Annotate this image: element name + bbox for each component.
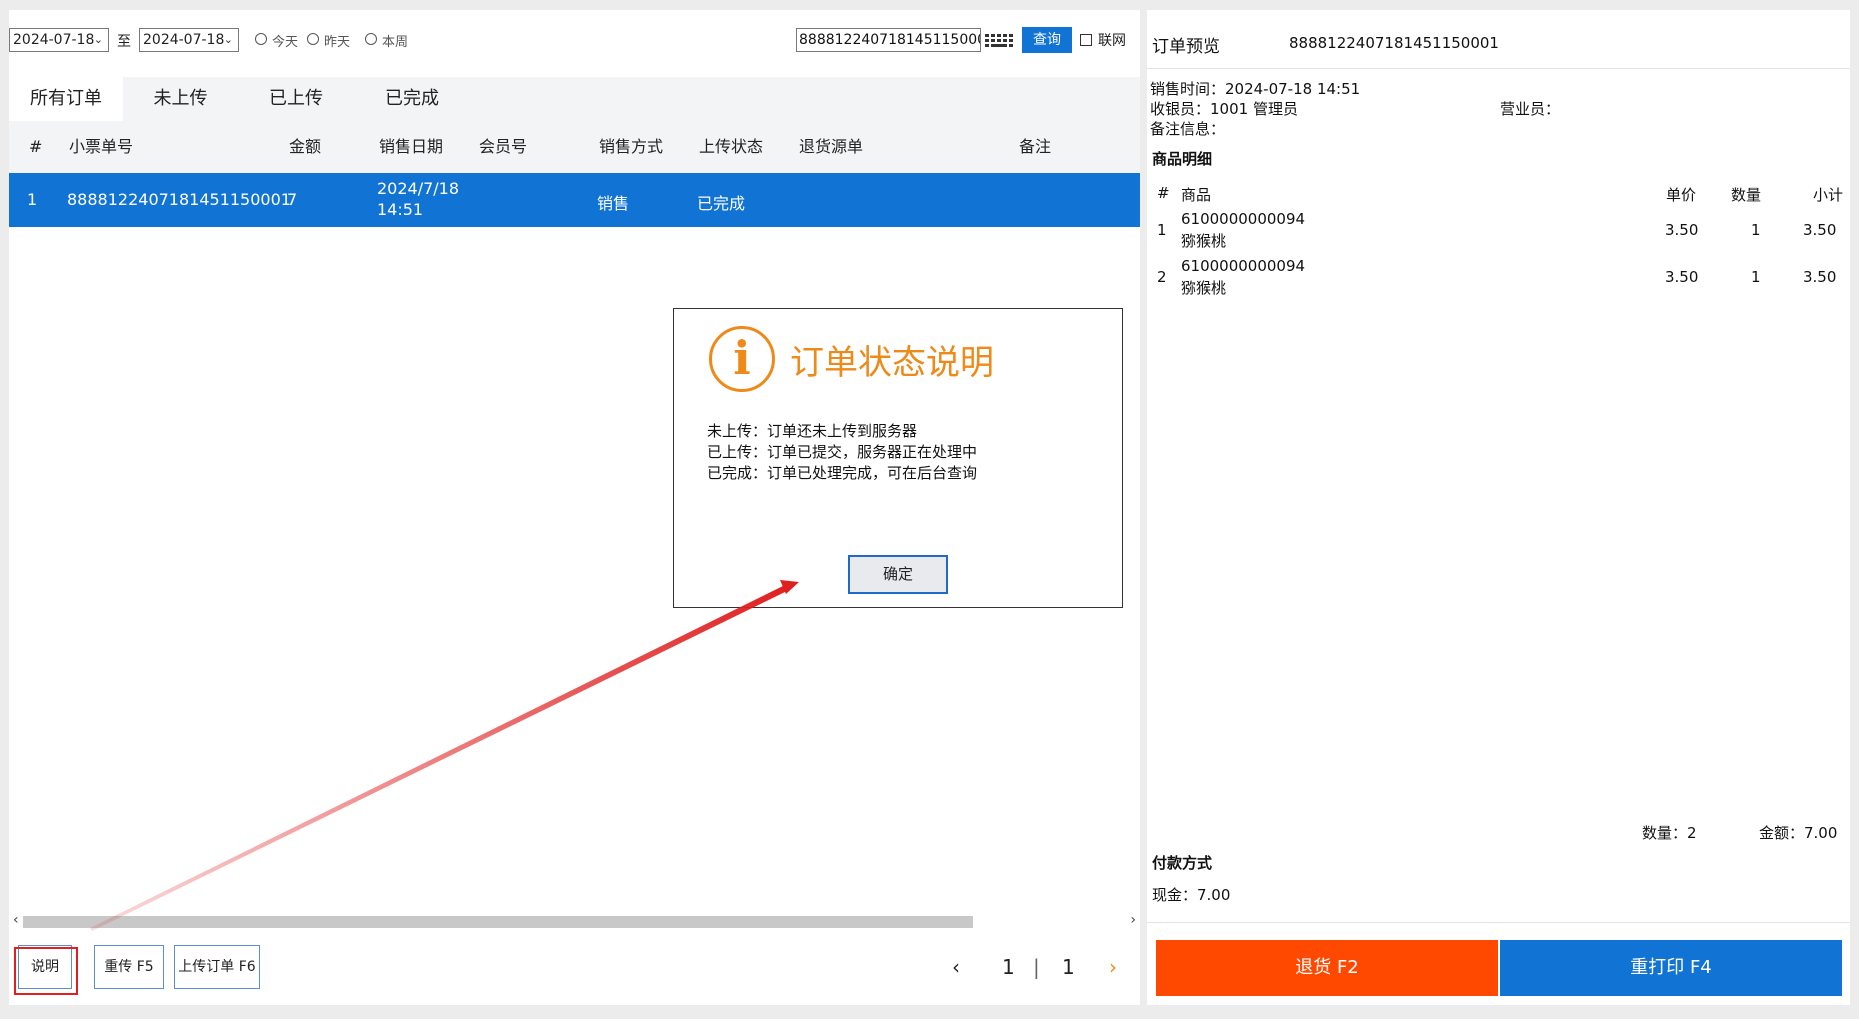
col-amount: 金额 bbox=[289, 137, 322, 156]
tab-uploaded[interactable]: 已上传 bbox=[238, 77, 354, 121]
upload-orders-button[interactable]: 上传订单 F6 bbox=[174, 945, 260, 989]
start-date-value: 2024-07-18 bbox=[13, 32, 95, 48]
item-col-subtotal: 小计 bbox=[1813, 186, 1844, 204]
row-sale-type: 销售 bbox=[597, 194, 630, 213]
col-return-source: 退货源单 bbox=[799, 137, 864, 156]
item-2-code: 6100000000094 bbox=[1181, 257, 1306, 275]
item-2-qty: 1 bbox=[1751, 268, 1761, 286]
item-col-index: # bbox=[1157, 184, 1170, 202]
dialog-line-not-uploaded: 未上传：订单还未上传到服务器 bbox=[707, 422, 918, 440]
item-1-code: 6100000000094 bbox=[1181, 210, 1306, 228]
item-1-index: 1 bbox=[1157, 221, 1167, 239]
col-member: 会员号 bbox=[479, 137, 528, 156]
end-date-value: 2024-07-18 bbox=[143, 32, 225, 48]
online-checkbox[interactable] bbox=[1080, 34, 1092, 46]
scroll-left-icon[interactable]: ‹ bbox=[13, 912, 19, 928]
item-col-price: 单价 bbox=[1666, 186, 1697, 204]
table-row[interactable]: 1 8888122407181451150001 7 2024/7/18 14:… bbox=[9, 173, 1140, 227]
cashier: 收银员：1001 管理员 bbox=[1150, 100, 1298, 118]
total-pages: 1 bbox=[1062, 955, 1075, 979]
query-button[interactable]: 查询 bbox=[1022, 27, 1072, 53]
end-date-picker[interactable]: 2024-07-18 ⌄ bbox=[139, 28, 239, 52]
items-heading: 商品明细 bbox=[1152, 150, 1213, 168]
row-date: 2024/7/18 bbox=[377, 179, 460, 198]
table-header: # 小票单号 金额 销售日期 会员号 销售方式 上传状态 退货源单 备注 bbox=[9, 121, 1140, 173]
reprint-button[interactable]: 重打印 F4 bbox=[1500, 940, 1842, 996]
preview-order-no: 8888122407181451150001 bbox=[1289, 34, 1499, 52]
dialog-line-uploaded: 已上传：订单已提交，服务器正在处理中 bbox=[707, 443, 978, 461]
col-sale-date: 销售日期 bbox=[379, 137, 444, 156]
chevron-down-icon: ⌄ bbox=[223, 33, 233, 46]
item-1-subtotal: 3.50 bbox=[1803, 221, 1837, 239]
item-2-subtotal: 3.50 bbox=[1803, 268, 1837, 286]
keyboard-icon[interactable] bbox=[985, 34, 1013, 50]
item-2-name: 猕猴桃 bbox=[1181, 279, 1227, 297]
chevron-down-icon: ⌄ bbox=[93, 33, 103, 46]
current-page: 1 bbox=[1002, 955, 1015, 979]
start-date-picker[interactable]: 2024-07-18 ⌄ bbox=[9, 28, 109, 52]
tab-not-uploaded[interactable]: 未上传 bbox=[123, 77, 238, 121]
radio-today[interactable] bbox=[255, 33, 267, 45]
sale-time: 销售时间：2024-07-18 14:51 bbox=[1150, 80, 1361, 98]
radio-yesterday[interactable] bbox=[307, 33, 319, 45]
col-upload-status: 上传状态 bbox=[699, 137, 764, 156]
item-1-price: 3.50 bbox=[1665, 221, 1699, 239]
divider bbox=[1147, 922, 1850, 923]
radio-this-week[interactable] bbox=[365, 33, 377, 45]
dialog-title: 订单状态说明 bbox=[790, 343, 994, 383]
info-icon: i bbox=[709, 326, 775, 392]
item-2-price: 3.50 bbox=[1665, 268, 1699, 286]
order-status-tabs: 所有订单 未上传 已上传 已完成 bbox=[9, 77, 1140, 121]
payment-heading: 付款方式 bbox=[1152, 854, 1213, 872]
salesperson: 营业员： bbox=[1500, 100, 1561, 118]
horizontal-scrollbar[interactable]: ‹ › bbox=[9, 912, 1140, 931]
next-page-icon[interactable]: › bbox=[1109, 955, 1117, 979]
row-time: 14:51 bbox=[377, 200, 424, 219]
radio-this-week-label: 本周 bbox=[382, 35, 409, 50]
remark: 备注信息： bbox=[1150, 120, 1226, 138]
page-separator: | bbox=[1033, 955, 1040, 979]
resend-button[interactable]: 重传 F5 bbox=[94, 945, 164, 989]
total-amount: 金额：7.00 bbox=[1759, 824, 1838, 842]
tab-all-orders[interactable]: 所有订单 bbox=[9, 77, 123, 121]
scroll-right-icon[interactable]: › bbox=[1130, 912, 1136, 928]
annotation-highlight-box bbox=[14, 947, 78, 995]
date-range-separator: 至 bbox=[117, 34, 131, 50]
col-sale-type: 销售方式 bbox=[599, 137, 664, 156]
preview-title: 订单预览 bbox=[1152, 37, 1220, 57]
order-preview-panel: 订单预览 8888122407181451150001 销售时间：2024-07… bbox=[1147, 10, 1850, 1005]
row-index: 1 bbox=[27, 190, 38, 209]
scrollbar-thumb[interactable] bbox=[23, 916, 973, 928]
online-label: 联网 bbox=[1098, 33, 1126, 49]
row-upload-status: 已完成 bbox=[697, 194, 746, 213]
order-search-input[interactable]: 8888122407181451150001 bbox=[796, 28, 981, 52]
dialog-line-completed: 已完成：订单已处理完成，可在后台查询 bbox=[707, 464, 978, 482]
item-2-index: 2 bbox=[1157, 268, 1167, 286]
item-1-name: 猕猴桃 bbox=[1181, 232, 1227, 250]
dialog-ok-button[interactable]: 确定 bbox=[848, 555, 948, 594]
item-1-qty: 1 bbox=[1751, 221, 1761, 239]
radio-yesterday-label: 昨天 bbox=[324, 35, 351, 50]
col-note: 备注 bbox=[1019, 137, 1052, 156]
item-col-product: 商品 bbox=[1181, 186, 1212, 204]
col-index: # bbox=[29, 137, 43, 156]
row-amount: 7 bbox=[287, 190, 298, 209]
payment-cash: 现金：7.00 bbox=[1152, 886, 1231, 904]
row-receipt-no: 8888122407181451150001 bbox=[67, 190, 291, 209]
order-status-dialog: i 订单状态说明 未上传：订单还未上传到服务器 已上传：订单已提交，服务器正在处… bbox=[673, 308, 1123, 608]
col-receipt-no: 小票单号 bbox=[69, 137, 134, 156]
prev-page-icon[interactable]: ‹ bbox=[952, 955, 960, 979]
radio-today-label: 今天 bbox=[272, 35, 299, 50]
tab-completed[interactable]: 已完成 bbox=[354, 77, 470, 121]
item-col-qty: 数量 bbox=[1731, 186, 1762, 204]
total-qty: 数量：2 bbox=[1642, 824, 1697, 842]
divider bbox=[1147, 68, 1850, 69]
refund-button[interactable]: 退货 F2 bbox=[1156, 940, 1498, 996]
